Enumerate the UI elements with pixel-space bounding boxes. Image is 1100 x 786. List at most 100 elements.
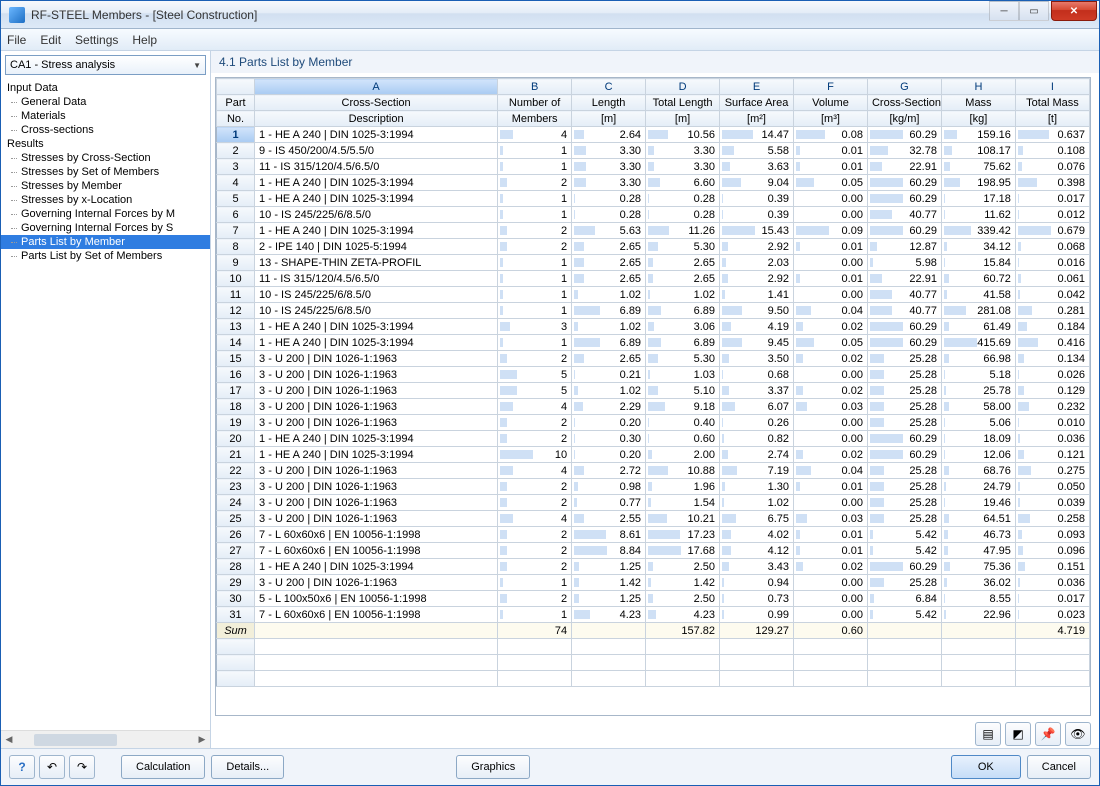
cell[interactable]: 10 [498,447,572,463]
cell[interactable]: 0.73 [720,591,794,607]
cell[interactable]: 1 [498,271,572,287]
cell[interactable]: 60.29 [867,431,941,447]
cell[interactable]: 0.010 [1015,415,1089,431]
cell[interactable]: 60.29 [867,191,941,207]
cell[interactable]: 0.068 [1015,239,1089,255]
cell[interactable]: 0.036 [1015,575,1089,591]
cell[interactable]: 8.84 [572,543,646,559]
filter-icon[interactable] [1005,722,1031,746]
cell[interactable]: 15.84 [941,255,1015,271]
cell[interactable]: 0.096 [1015,543,1089,559]
cell[interactable]: 66.98 [941,351,1015,367]
sidebar-scrollbar[interactable]: ◀▶ [1,730,210,748]
cell[interactable]: 1.03 [646,367,720,383]
table-row[interactable]: 163 - U 200 | DIN 1026-1:196350.211.030.… [217,367,1090,383]
cell[interactable]: 36.02 [941,575,1015,591]
tree-results[interactable]: Results [1,137,210,151]
cell[interactable]: 7.19 [720,463,794,479]
cell[interactable]: 0.02 [794,319,868,335]
cell[interactable]: 0.04 [794,463,868,479]
cell[interactable]: 159.16 [941,127,1015,143]
cell[interactable]: 0.05 [794,175,868,191]
cell[interactable]: 198.95 [941,175,1015,191]
cell[interactable]: 60.29 [867,127,941,143]
cell[interactable]: 6.89 [646,303,720,319]
cell-desc[interactable]: 1 - HE A 240 | DIN 1025-3:1994 [255,447,498,463]
cell[interactable]: 1.30 [720,479,794,495]
cell-desc[interactable]: 1 - HE A 240 | DIN 1025-3:1994 [255,127,498,143]
cell[interactable]: 0.00 [794,495,868,511]
cell[interactable]: 1.02 [646,287,720,303]
cell[interactable]: 47.95 [941,543,1015,559]
cell[interactable]: 4 [498,127,572,143]
cell[interactable]: 0.232 [1015,399,1089,415]
cell[interactable]: 1 [498,191,572,207]
cell[interactable]: 60.72 [941,271,1015,287]
cell[interactable]: 25.28 [867,351,941,367]
cell[interactable]: 10.88 [646,463,720,479]
cell[interactable]: 0.01 [794,527,868,543]
cell[interactable]: 0.023 [1015,607,1089,623]
cell-desc[interactable]: 3 - U 200 | DIN 1026-1:1963 [255,479,498,495]
pick-icon[interactable] [1035,722,1061,746]
cell-desc[interactable]: 11 - IS 315/120/4.5/6.5/0 [255,159,498,175]
table-row[interactable]: 233 - U 200 | DIN 1026-1:196320.981.961.… [217,479,1090,495]
cell[interactable]: 2 [498,415,572,431]
cell[interactable]: 58.00 [941,399,1015,415]
table-row[interactable]: 51 - HE A 240 | DIN 1025-3:199410.280.28… [217,191,1090,207]
tree-item[interactable]: Governing Internal Forces by M [1,207,210,221]
tree-item[interactable]: Parts List by Member [1,235,210,249]
cell-desc[interactable]: 1 - HE A 240 | DIN 1025-3:1994 [255,191,498,207]
cell-desc[interactable]: 7 - L 60x60x6 | EN 10056-1:1998 [255,543,498,559]
cell[interactable]: 60.29 [867,559,941,575]
cell[interactable]: 0.00 [794,415,868,431]
table-row[interactable]: 913 - SHAPE-THIN ZETA-PROFIL12.652.652.0… [217,255,1090,271]
cell[interactable]: 61.49 [941,319,1015,335]
cell[interactable]: 6.89 [572,303,646,319]
cell[interactable]: 0.40 [646,415,720,431]
cell[interactable]: 2 [498,559,572,575]
cell[interactable]: 0.05 [794,335,868,351]
table-row[interactable]: 153 - U 200 | DIN 1026-1:196322.655.303.… [217,351,1090,367]
cell[interactable]: 6.07 [720,399,794,415]
cell[interactable]: 1 [498,143,572,159]
cell-desc[interactable]: 10 - IS 245/225/6/8.5/0 [255,287,498,303]
cell[interactable]: 2 [498,527,572,543]
cell[interactable]: 1 [498,335,572,351]
cell[interactable]: 0.60 [646,431,720,447]
table-row[interactable]: 82 - IPE 140 | DIN 1025-5:199422.655.302… [217,239,1090,255]
cell[interactable]: 5.30 [646,351,720,367]
cell[interactable]: 0.26 [720,415,794,431]
cell[interactable]: 5 [498,367,572,383]
cell-desc[interactable]: 3 - U 200 | DIN 1026-1:1963 [255,463,498,479]
cell[interactable]: 0.02 [794,559,868,575]
cell[interactable]: 5.18 [941,367,1015,383]
cell[interactable]: 40.77 [867,287,941,303]
tree-item[interactable]: Cross-sections [1,123,210,137]
cell[interactable]: 0.28 [572,191,646,207]
table-row[interactable]: 293 - U 200 | DIN 1026-1:196311.421.420.… [217,575,1090,591]
cell[interactable]: 3.30 [646,143,720,159]
cell[interactable]: 0.28 [572,207,646,223]
cell-desc[interactable]: 3 - U 200 | DIN 1026-1:1963 [255,383,498,399]
tree-item[interactable]: Parts List by Set of Members [1,249,210,263]
cell[interactable]: 25.78 [941,383,1015,399]
cell[interactable]: 1.96 [646,479,720,495]
menu-file[interactable]: File [7,33,26,47]
cell[interactable]: 4.02 [720,527,794,543]
cell[interactable]: 0.281 [1015,303,1089,319]
cell[interactable]: 3.50 [720,351,794,367]
cell[interactable]: 0.679 [1015,223,1089,239]
cell[interactable]: 11.26 [646,223,720,239]
load-case-dropdown[interactable]: CA1 - Stress analysis ▼ [5,55,206,75]
cell[interactable]: 2 [498,591,572,607]
cell[interactable]: 12.87 [867,239,941,255]
table-row[interactable]: 281 - HE A 240 | DIN 1025-3:199421.252.5… [217,559,1090,575]
cell[interactable]: 2.65 [572,351,646,367]
cell[interactable]: 0.21 [572,367,646,383]
tree-item[interactable]: Materials [1,109,210,123]
cell[interactable]: 0.416 [1015,335,1089,351]
cell[interactable]: 1 [498,287,572,303]
cell[interactable]: 0.00 [794,207,868,223]
cell[interactable]: 0.00 [794,575,868,591]
